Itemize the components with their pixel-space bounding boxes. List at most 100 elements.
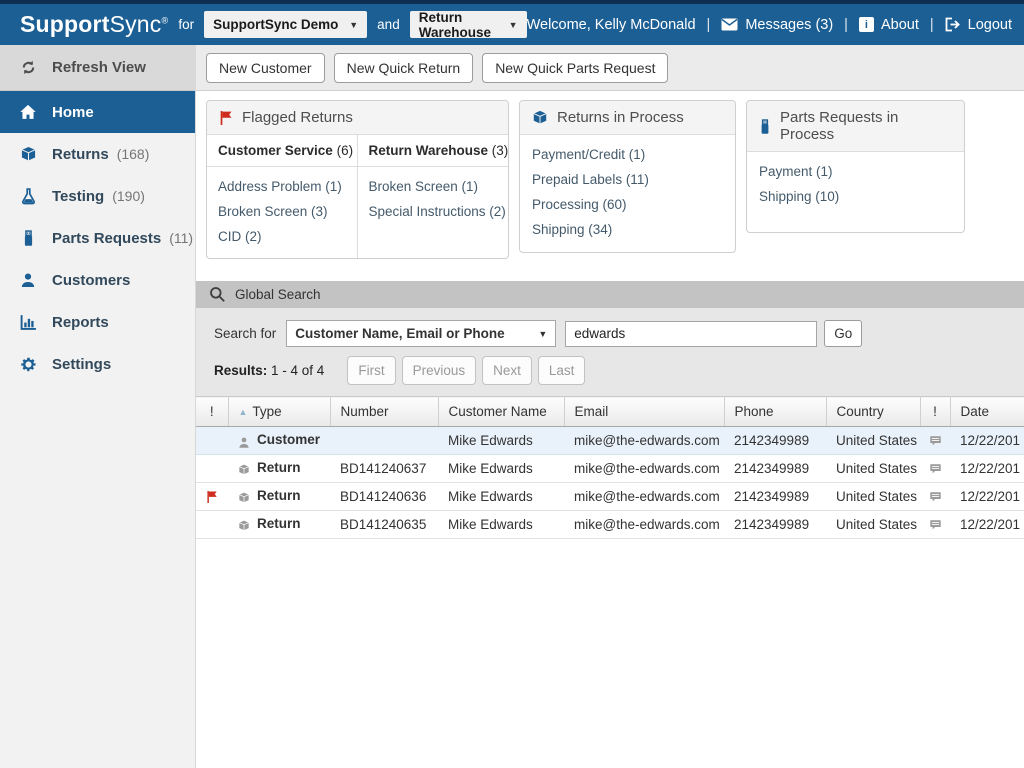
parts-requests-in-process-header: Parts Requests in Process xyxy=(747,101,964,152)
col-phone[interactable]: Phone xyxy=(724,396,827,428)
pager-last-button[interactable]: Last xyxy=(537,356,586,386)
rip-item[interactable]: Shipping (34) xyxy=(532,217,723,242)
company-select[interactable]: SupportSync Demo ▼ xyxy=(204,11,368,38)
bar-chart-icon xyxy=(18,314,38,330)
col-customer-name[interactable]: Customer Name xyxy=(438,396,565,428)
flagged-returns-panel: Flagged Returns Customer Service (6) Ret… xyxy=(206,100,509,260)
col-comment[interactable]: ! xyxy=(920,396,951,428)
tab-return-warehouse[interactable]: Return Warehouse (3) xyxy=(357,135,508,168)
logout-icon xyxy=(945,17,961,33)
search-for-label: Search for xyxy=(214,326,277,342)
row-name-cell: Mike Edwards xyxy=(438,482,564,512)
go-button[interactable]: Go xyxy=(824,320,863,348)
separator: | xyxy=(929,16,934,33)
team-select[interactable]: Return Warehouse ▼ xyxy=(409,10,527,40)
action-toolbar: New Customer New Quick Return New Quick … xyxy=(196,45,1024,91)
person-icon xyxy=(238,434,250,449)
parts-requests-in-process-panel: Parts Requests in Process Payment (1) Sh… xyxy=(746,100,965,233)
row-email-cell: mike@the-edwards.com xyxy=(564,454,724,484)
sidebar-item-refresh-view[interactable]: Refresh View xyxy=(0,45,195,91)
col-type[interactable]: ▲ Type xyxy=(228,396,331,428)
flagged-cs-item[interactable]: Broken Screen (3) xyxy=(218,199,346,224)
tab-customer-service[interactable]: Customer Service (6) xyxy=(207,135,358,168)
table-row[interactable]: Return BD141240637 Mike Edwards mike@the… xyxy=(196,454,1024,484)
row-country-cell: United States xyxy=(826,482,920,512)
col-email[interactable]: Email xyxy=(564,396,725,428)
row-type-cell: Return xyxy=(228,482,330,512)
rip-item[interactable]: Payment/Credit (1) xyxy=(532,142,723,167)
new-quick-return-button[interactable]: New Quick Return xyxy=(333,52,474,83)
info-icon: i xyxy=(858,17,874,32)
separator: | xyxy=(844,16,848,33)
row-phone-cell: 2142349989 xyxy=(724,426,826,456)
col-country[interactable]: Country xyxy=(826,396,921,428)
row-flag-cell xyxy=(196,426,228,456)
sidebar-item-settings[interactable]: Settings xyxy=(0,343,195,385)
pager-next-button[interactable]: Next xyxy=(482,356,532,386)
comment-icon xyxy=(920,482,950,512)
col-flag[interactable]: ! xyxy=(196,396,229,428)
returns-in-process-panel: Returns in Process Payment/Credit (1) Pr… xyxy=(519,100,736,254)
usb-icon xyxy=(759,117,771,134)
comment-icon xyxy=(920,426,950,456)
chevron-down-icon: ▼ xyxy=(538,328,548,339)
new-quick-parts-request-button[interactable]: New Quick Parts Request xyxy=(482,52,669,83)
row-flag-cell xyxy=(196,510,228,540)
table-row[interactable]: Return BD141240635 Mike Edwards mike@the… xyxy=(196,510,1024,540)
prip-item[interactable]: Payment (1) xyxy=(759,159,952,184)
global-search-form: Search for Customer Name, Email or Phone… xyxy=(196,308,1024,397)
sidebar-item-testing[interactable]: Testing (190) xyxy=(0,175,195,217)
sidebar-item-parts-requests[interactable]: Parts Requests (11) xyxy=(0,217,195,259)
rip-item[interactable]: Prepaid Labels (11) xyxy=(532,167,723,192)
row-flag-cell xyxy=(196,454,228,484)
col-number[interactable]: Number xyxy=(330,396,439,428)
row-date-cell: 12/22/201 xyxy=(950,426,1024,456)
cube-icon xyxy=(238,518,250,533)
envelope-icon xyxy=(721,17,738,33)
messages-link[interactable]: Messages (3) xyxy=(721,17,833,33)
rip-item[interactable]: Processing (60) xyxy=(532,192,723,217)
new-customer-button[interactable]: New Customer xyxy=(206,52,325,83)
row-name-cell: Mike Edwards xyxy=(438,510,564,540)
welcome-text: Welcome, Kelly McDonald xyxy=(526,16,696,33)
row-phone-cell: 2142349989 xyxy=(724,482,826,512)
refresh-icon xyxy=(18,59,38,76)
row-phone-cell: 2142349989 xyxy=(724,510,826,540)
sidebar-item-customers[interactable]: Customers xyxy=(0,259,195,301)
cube-icon xyxy=(238,462,250,477)
sidebar-item-home[interactable]: Home xyxy=(0,91,195,133)
table-row[interactable]: Return BD141240636 Mike Edwards mike@the… xyxy=(196,482,1024,512)
flagged-rw-item[interactable]: Broken Screen (1) xyxy=(369,174,498,199)
about-link[interactable]: i About xyxy=(858,17,919,33)
flagged-cs-item[interactable]: Address Problem (1) xyxy=(218,174,346,199)
search-results-table: ! ▲ Type Number Customer Name Email Phone… xyxy=(196,396,1024,540)
separator: | xyxy=(706,16,711,33)
row-phone-cell: 2142349989 xyxy=(724,454,826,484)
row-name-cell: Mike Edwards xyxy=(438,426,564,456)
flagged-cs-item[interactable]: CID (2) xyxy=(218,224,346,249)
home-icon xyxy=(18,104,38,120)
chevron-down-icon: ▼ xyxy=(508,19,518,30)
and-label: and xyxy=(377,17,400,32)
table-header-row: ! ▲ Type Number Customer Name Email Phone… xyxy=(196,396,1024,428)
flagged-rw-item[interactable]: Special Instructions (2) xyxy=(369,199,506,224)
table-row[interactable]: Customer Mike Edwards mike@the-edwards.c… xyxy=(196,426,1024,456)
row-email-cell: mike@the-edwards.com xyxy=(564,510,724,540)
sidebar-item-reports[interactable]: Reports xyxy=(0,301,195,343)
row-type-cell: Return xyxy=(228,510,330,540)
logout-link[interactable]: Logout xyxy=(945,17,1012,33)
chevron-down-icon: ▼ xyxy=(349,19,359,30)
sidebar-item-returns[interactable]: Returns (168) xyxy=(0,133,195,175)
row-number-cell: BD141240636 xyxy=(330,482,438,512)
pager-previous-button[interactable]: Previous xyxy=(401,356,477,386)
search-input[interactable] xyxy=(565,320,818,347)
search-type-select[interactable]: Customer Name, Email or Phone ▼ xyxy=(286,320,557,348)
sidebar: Refresh View Home Returns (168) Testing … xyxy=(0,45,196,768)
col-date[interactable]: Date xyxy=(950,396,1024,428)
cube-icon xyxy=(532,109,548,126)
prip-item[interactable]: Shipping (10) xyxy=(759,184,952,209)
row-email-cell: mike@the-edwards.com xyxy=(564,426,724,456)
pager-first-button[interactable]: First xyxy=(347,356,396,386)
comment-icon xyxy=(920,510,950,540)
row-number-cell xyxy=(330,426,438,456)
